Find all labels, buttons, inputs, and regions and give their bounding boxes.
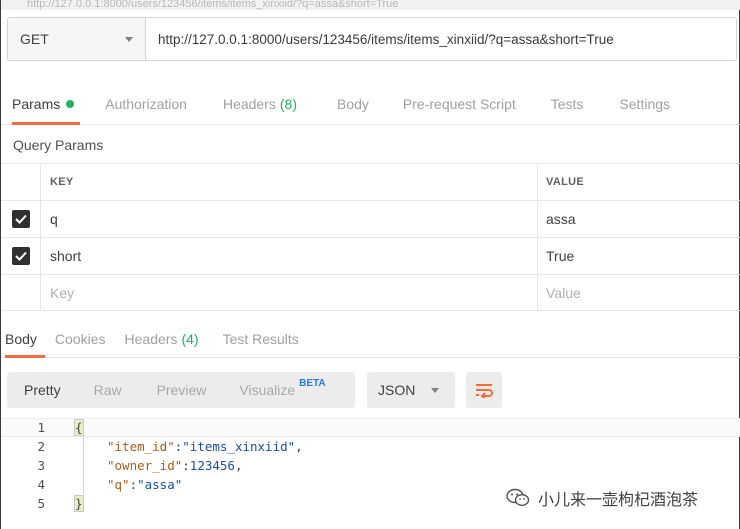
- tab-response-headers-label: Headers: [124, 330, 178, 347]
- code-open-brace: {: [74, 419, 84, 436]
- beta-badge: BETA: [299, 377, 326, 389]
- wrap-lines-button[interactable]: [466, 372, 502, 408]
- tab-test-results[interactable]: Test Results: [223, 320, 299, 357]
- url-input[interactable]: http://127.0.0.1:8000/users/123456/items…: [146, 18, 736, 60]
- tab-response-body-label: Body: [5, 330, 37, 347]
- tab-cookies-label: Cookies: [54, 330, 106, 347]
- checkbox-cell: [1, 201, 41, 237]
- header-check-cell: [1, 164, 41, 200]
- previous-url-strip: http://127.0.0.1:8000/users/123456/items…: [1, 0, 740, 10]
- json-key: "item_id": [107, 439, 175, 454]
- line-number: 4: [37, 477, 45, 492]
- new-key-field[interactable]: Key: [41, 275, 538, 310]
- param-key-field[interactable]: short: [41, 238, 538, 274]
- tab-response-body[interactable]: Body: [5, 320, 45, 358]
- checkbox-cell: [1, 275, 41, 310]
- format-select[interactable]: JSON: [367, 372, 455, 408]
- param-key-field[interactable]: q: [41, 201, 538, 237]
- checkbox-cell: [1, 238, 41, 274]
- tab-pre-request-script[interactable]: Pre-request Script: [403, 83, 516, 124]
- wechat-icon: [506, 488, 530, 507]
- request-bar: GET http://127.0.0.1:8000/users/123456/i…: [7, 17, 737, 61]
- tab-tests[interactable]: Tests: [551, 83, 584, 124]
- json-value: 123456: [189, 458, 235, 473]
- param-value-field[interactable]: True: [538, 238, 740, 274]
- key-column-header: KEY: [41, 164, 538, 200]
- tab-authorization[interactable]: Authorization: [105, 83, 187, 124]
- table-row: q assa: [1, 200, 740, 237]
- wrap-lines-icon: [476, 384, 493, 398]
- param-checkbox[interactable]: [11, 247, 30, 265]
- line-number: 5: [37, 496, 45, 511]
- tab-authorization-label: Authorization: [105, 95, 187, 112]
- table-row-new: Key Value: [1, 274, 740, 311]
- checkmark-icon: [14, 214, 27, 224]
- table-row: short True: [1, 237, 740, 274]
- tab-headers-count: (8): [279, 95, 297, 112]
- tab-body-label: Body: [337, 95, 369, 112]
- tab-settings[interactable]: Settings: [619, 83, 670, 124]
- code-line: 3 "owner_id": 123456,: [1, 456, 740, 475]
- view-mode-group: Pretty Raw Preview Visualize BETA: [7, 372, 355, 408]
- tab-headers[interactable]: Headers (8): [223, 83, 297, 124]
- line-number: 2: [37, 439, 45, 454]
- tab-test-results-label: Test Results: [222, 330, 299, 347]
- tab-pre-request-script-label: Pre-request Script: [402, 95, 516, 112]
- previous-url-text: http://127.0.0.1:8000/users/123456/items…: [27, 0, 399, 10]
- json-value: "items_xinxiid": [182, 439, 296, 454]
- tab-body[interactable]: Body: [337, 83, 369, 124]
- postman-window: http://127.0.0.1:8000/users/123456/items…: [0, 0, 740, 529]
- tab-tests-label: Tests: [550, 95, 584, 112]
- view-visualize-label: Visualize: [239, 382, 296, 398]
- method-label: GET: [20, 31, 49, 47]
- view-visualize-button[interactable]: Visualize BETA: [239, 372, 325, 408]
- line-number: 1: [37, 420, 45, 435]
- query-params-title: Query Params: [13, 137, 104, 153]
- checkmark-icon: [14, 251, 27, 261]
- tab-response-headers[interactable]: Headers (4): [125, 320, 199, 357]
- json-key: "q": [107, 477, 130, 492]
- table-header-row: KEY VALUE: [1, 163, 740, 200]
- watermark-text: 小儿来一壶枸杞酒泡茶: [538, 492, 699, 509]
- view-preview-button[interactable]: Preview: [157, 372, 207, 408]
- param-value-field[interactable]: assa: [538, 201, 740, 237]
- chevron-down-icon: [125, 36, 133, 42]
- code-line: 1 {: [1, 418, 740, 437]
- method-select[interactable]: GET: [8, 18, 146, 60]
- tab-cookies[interactable]: Cookies: [55, 320, 106, 357]
- watermark: 小儿来一壶枸杞酒泡茶: [506, 483, 698, 513]
- value-column-header: VALUE: [546, 176, 584, 188]
- view-pretty-button[interactable]: Pretty: [24, 372, 61, 408]
- json-key: "owner_id": [107, 458, 183, 473]
- tab-params[interactable]: Params: [12, 83, 81, 125]
- query-params-table: KEY VALUE q assa short True Key Value: [1, 163, 740, 311]
- param-checkbox[interactable]: [11, 210, 30, 228]
- indent-guide: [83, 437, 84, 494]
- chevron-down-icon: [431, 387, 439, 393]
- code-close-brace: }: [74, 495, 84, 512]
- tab-response-headers-count: (4): [181, 330, 199, 347]
- request-tabs: Params Authorization Headers (8) Body Pr…: [1, 83, 740, 125]
- view-raw-button[interactable]: Raw: [94, 372, 122, 408]
- response-tabs: Body Cookies Headers (4) Test Results: [1, 320, 740, 358]
- new-value-field[interactable]: Value: [538, 275, 740, 310]
- code-line: 2 "item_id": "items_xinxiid",: [1, 437, 740, 456]
- tab-headers-label: Headers: [222, 95, 276, 112]
- tab-params-label: Params: [12, 95, 61, 112]
- tab-settings-label: Settings: [619, 95, 671, 112]
- params-active-dot: [66, 99, 75, 108]
- format-label: JSON: [378, 382, 416, 398]
- json-value: "assa": [137, 477, 183, 492]
- line-number: 3: [37, 458, 45, 473]
